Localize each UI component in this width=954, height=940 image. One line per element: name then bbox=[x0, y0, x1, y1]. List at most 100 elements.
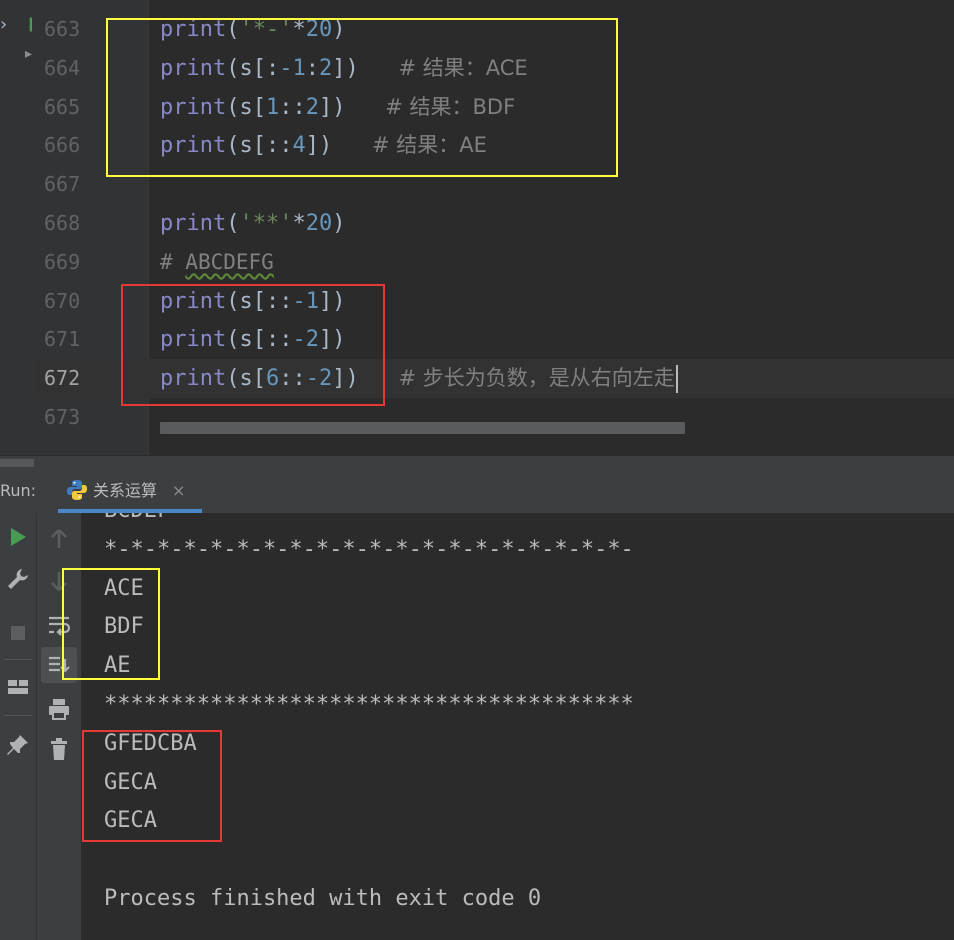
line-number: 663 bbox=[44, 17, 81, 41]
code-editor[interactable]: › ❙ ▸ 663 print('*-'*20) 664 print(s[:-1:2]… bbox=[0, 0, 954, 455]
code-token: 6 bbox=[265, 366, 280, 392]
code-token: (s[ bbox=[226, 366, 266, 392]
code-token: ( bbox=[226, 211, 240, 236]
code-line[interactable]: 665 print(s[1::2]) # 结果：BDF bbox=[36, 88, 954, 127]
line-number: 666 bbox=[44, 133, 81, 158]
code-token: (s[:: bbox=[226, 288, 293, 314]
code-token: # 步长为负数，是从右向左走 bbox=[398, 366, 675, 391]
panel-splitter[interactable] bbox=[0, 455, 954, 470]
console-line: GECA bbox=[104, 808, 157, 834]
trash-icon[interactable] bbox=[45, 735, 73, 763]
code-token: 20 bbox=[305, 17, 333, 42]
chevron-right-icon[interactable]: › bbox=[0, 14, 7, 35]
code-token: (s[:: bbox=[226, 327, 293, 353]
code-line[interactable]: 669 # ABCDEFG bbox=[36, 243, 954, 282]
code-token: 1 bbox=[265, 94, 280, 120]
run-label: Run: bbox=[0, 481, 37, 500]
close-icon[interactable]: × bbox=[172, 469, 185, 513]
code-token: ]) bbox=[305, 133, 333, 159]
code-token: ) bbox=[332, 211, 346, 236]
run-toolbar-secondary bbox=[37, 513, 81, 940]
console-line: ACE bbox=[104, 575, 144, 601]
code-token: ) bbox=[332, 17, 346, 42]
run-tab-title: 关系运算 bbox=[93, 481, 158, 500]
code-token: * bbox=[292, 17, 306, 42]
code-token: print bbox=[160, 288, 227, 314]
code-line[interactable]: 664 print(s[:-1:2]) # 结果：ACE bbox=[36, 49, 954, 88]
arrow-down-icon[interactable] bbox=[45, 567, 73, 595]
code-token: :: bbox=[279, 94, 306, 120]
print-icon[interactable] bbox=[45, 695, 73, 723]
code-text: print(s[1::2]) # 结果：BDF bbox=[160, 88, 515, 127]
wrench-icon[interactable] bbox=[4, 565, 32, 593]
code-line[interactable]: 672 print(s[6::-2]) # 步长为负数，是从右向左走 bbox=[36, 359, 954, 399]
pause-icon[interactable]: ❙ bbox=[25, 16, 37, 32]
arrow-up-icon[interactable] bbox=[45, 525, 73, 553]
console-line: GFEDCBA bbox=[104, 730, 197, 756]
code-token: print bbox=[160, 211, 227, 236]
code-token: 2 bbox=[318, 55, 333, 81]
code-token: ]) bbox=[332, 55, 359, 81]
editor-left-strip: › ❙ ▸ bbox=[0, 0, 37, 455]
layout-icon[interactable] bbox=[4, 673, 32, 701]
run-toolbar-primary bbox=[0, 513, 37, 940]
code-token: (s[:: bbox=[226, 133, 293, 159]
line-number: 667 bbox=[44, 172, 81, 197]
console-line: GECA bbox=[104, 769, 157, 795]
soft-wrap-icon[interactable] bbox=[45, 611, 73, 639]
code-text: print(s[6::-2]) # 步长为负数，是从右向左走 bbox=[160, 359, 678, 398]
code-token: -1 bbox=[292, 288, 319, 314]
scroll-to-end-button[interactable] bbox=[41, 647, 77, 683]
console-line: BDF bbox=[104, 614, 144, 640]
code-token: print bbox=[160, 94, 227, 120]
step-icon[interactable]: ▸ bbox=[25, 46, 32, 62]
code-token: -2 bbox=[305, 366, 333, 392]
code-line[interactable]: 671 print(s[::-2]) bbox=[36, 320, 954, 359]
run-console-output[interactable]: BCDEF *-*-*-*-*-*-*-*-*-*-*-*-*-*-*-*-*-*… bbox=[82, 513, 954, 940]
code-token: ]) bbox=[318, 327, 346, 353]
console-line: *-*-*-*-*-*-*-*-*-*-*-*-*-*-*-*-*-*-*-*- bbox=[104, 536, 634, 562]
toolbar-separator bbox=[4, 659, 32, 660]
text-caret bbox=[675, 365, 678, 394]
code-token: 20 bbox=[305, 211, 333, 236]
line-number: 664 bbox=[44, 55, 81, 80]
line-number: 668 bbox=[44, 211, 81, 235]
code-text: print('**'*20) bbox=[160, 204, 345, 243]
code-text: print('*-'*20) bbox=[160, 10, 345, 49]
pin-icon[interactable] bbox=[4, 731, 32, 759]
console-line: Process finished with exit code 0 bbox=[104, 886, 542, 911]
code-line[interactable]: 666 print(s[::4]) # 结果：AE bbox=[36, 126, 954, 165]
horizontal-scrollbar[interactable] bbox=[160, 422, 685, 434]
code-line[interactable]: 670 print(s[::-1]) bbox=[36, 282, 954, 321]
code-token: -2 bbox=[292, 327, 319, 353]
run-tab[interactable]: 关系运算 × bbox=[58, 469, 202, 513]
run-tool-window-header: Run: 关系运算 × bbox=[0, 469, 954, 514]
stop-icon[interactable] bbox=[4, 619, 32, 647]
line-number: 670 bbox=[44, 288, 81, 313]
line-number: 669 bbox=[44, 249, 81, 274]
toolbar-separator bbox=[4, 715, 32, 716]
code-line[interactable]: 663 print('*-'*20) bbox=[36, 10, 954, 49]
code-token: (s[: bbox=[226, 55, 280, 81]
code-token: :: bbox=[279, 366, 306, 392]
line-number: 671 bbox=[44, 327, 81, 352]
console-line: AE bbox=[104, 653, 131, 679]
code-line[interactable]: 667 bbox=[36, 165, 954, 204]
code-token: # bbox=[160, 249, 186, 274]
code-token: ( bbox=[226, 17, 240, 42]
code-token: print bbox=[160, 366, 227, 392]
code-token: print bbox=[160, 17, 227, 42]
code-token: ]) bbox=[332, 366, 359, 392]
line-number: 672 bbox=[44, 366, 81, 391]
code-token: # 结果：AE bbox=[371, 133, 487, 158]
splitter-grip[interactable] bbox=[0, 459, 34, 467]
code-text: print(s[::4]) # 结果：AE bbox=[160, 126, 487, 165]
code-line[interactable]: 668 print('**'*20) bbox=[36, 204, 954, 243]
code-token: # 结果：ACE bbox=[398, 55, 528, 80]
line-number: 665 bbox=[44, 94, 81, 119]
rerun-icon[interactable] bbox=[4, 523, 32, 551]
